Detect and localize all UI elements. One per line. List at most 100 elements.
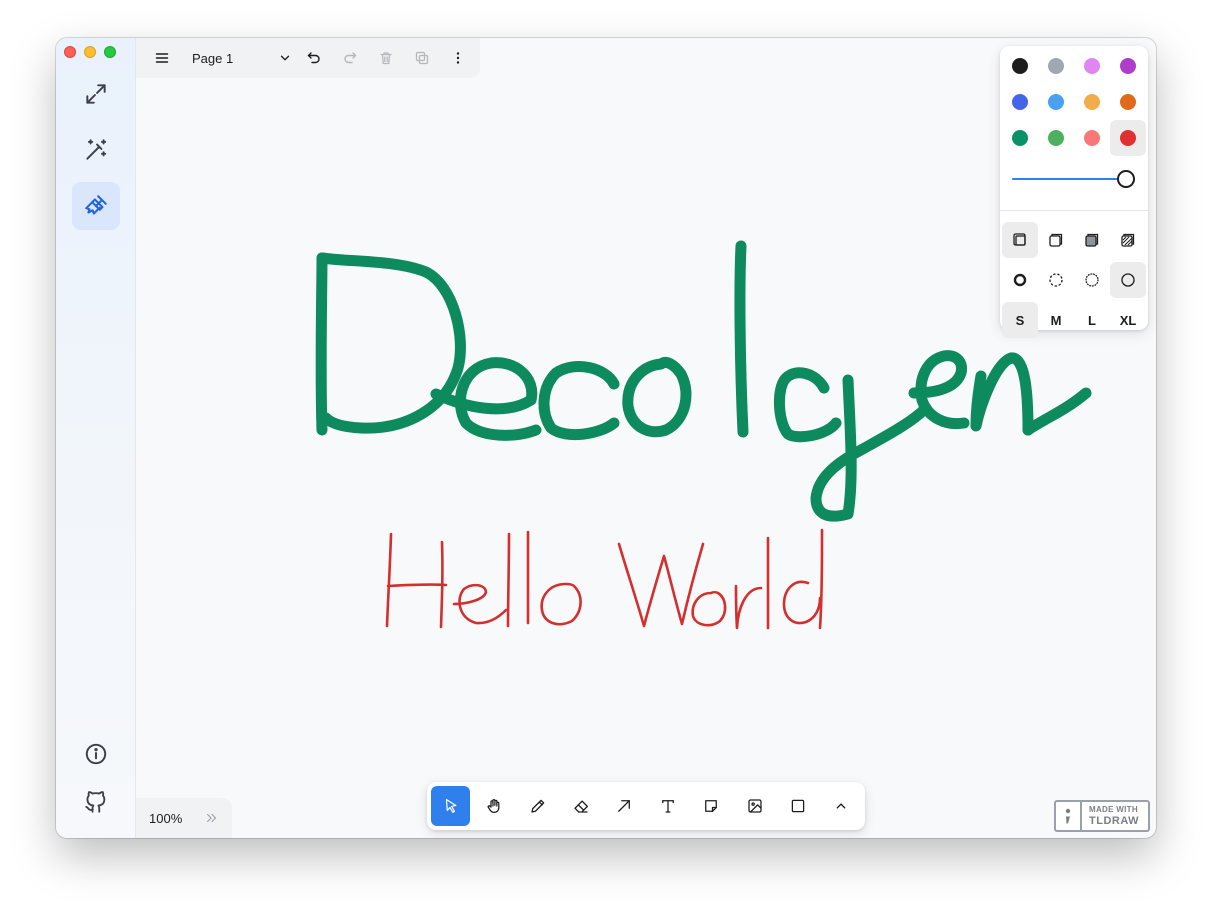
note-icon	[705, 800, 718, 812]
fill-solid-button[interactable]	[1074, 222, 1110, 258]
duplicate-button[interactable]	[404, 40, 440, 76]
duplicate-icon	[415, 51, 429, 65]
color-dot	[1048, 130, 1064, 146]
fill-none-icon	[1013, 233, 1026, 246]
chevron-up-tool-button[interactable]	[822, 786, 861, 826]
size-option-xl[interactable]: XL	[1110, 302, 1146, 338]
minimize-window-button[interactable]	[84, 46, 96, 58]
color-swatch-violet[interactable]	[1110, 48, 1146, 84]
color-swatch-blue[interactable]	[1002, 84, 1038, 120]
made-with-tldraw-badge[interactable]: MADE WITH TLDRAW	[1054, 800, 1150, 832]
size-option-l[interactable]: L	[1074, 302, 1110, 338]
close-window-button[interactable]	[64, 46, 76, 58]
draw-icon	[530, 799, 544, 813]
dash-solid-button[interactable]	[1110, 262, 1146, 298]
color-dot	[1084, 94, 1100, 110]
size-option-s[interactable]: S	[1002, 302, 1038, 338]
select-icon	[445, 799, 457, 813]
fill-pattern-icon	[1121, 233, 1135, 247]
color-swatch-light-green[interactable]	[1038, 120, 1074, 156]
github-button[interactable]	[72, 778, 120, 826]
color-dot	[1120, 58, 1136, 74]
undo-button[interactable]	[296, 40, 332, 76]
tldraw-logo-icon	[1065, 808, 1071, 824]
fill-semi-button[interactable]	[1038, 222, 1074, 258]
dash-draw-icon	[1013, 273, 1027, 287]
expand-button[interactable]	[72, 70, 120, 118]
fill-none-button[interactable]	[1002, 222, 1038, 258]
opacity-slider-thumb[interactable]	[1117, 170, 1135, 188]
page-selector[interactable]: Page 1	[180, 42, 296, 74]
more-vertical-icon	[456, 52, 460, 64]
image-tool-button[interactable]	[735, 786, 774, 826]
watermark-text: MADE WITH TLDRAW	[1082, 802, 1139, 830]
size-row: S M L XL	[1002, 302, 1146, 338]
zoom-level[interactable]: 100%	[149, 811, 205, 826]
drawing-hello-world[interactable]	[385, 528, 824, 630]
color-dot	[1012, 94, 1028, 110]
color-swatch-yellow[interactable]	[1074, 84, 1110, 120]
redo-button[interactable]	[332, 40, 368, 76]
dash-dashed-button[interactable]	[1038, 262, 1074, 298]
paintbrush-button[interactable]	[72, 182, 120, 230]
eraser-tool-button[interactable]	[561, 786, 600, 826]
note-tool-button[interactable]	[691, 786, 730, 826]
color-dot	[1012, 58, 1028, 74]
zoom-controls: 100%	[136, 798, 232, 838]
opacity-slider[interactable]	[1012, 168, 1138, 190]
trash-icon	[380, 52, 392, 65]
paintbrush-icon	[85, 195, 107, 215]
app-window: Page 1 S M L XL 100% MADE WITH TLDRAW	[56, 38, 1156, 838]
rectangle-icon	[791, 799, 805, 813]
sidebar	[56, 38, 136, 838]
text-tool-button[interactable]	[648, 786, 687, 826]
select-tool-button[interactable]	[431, 786, 471, 826]
color-dot	[1048, 58, 1064, 74]
page-name: Page 1	[192, 50, 234, 66]
color-swatch-red[interactable]	[1110, 120, 1146, 156]
arrow-tool-button[interactable]	[605, 786, 644, 826]
color-dot	[1012, 130, 1028, 146]
draw-tool-button[interactable]	[518, 786, 557, 826]
size-label: M	[1050, 312, 1062, 328]
hand-icon	[487, 798, 500, 814]
size-option-m[interactable]: M	[1038, 302, 1074, 338]
more-options-button[interactable]	[440, 40, 476, 76]
redo-icon	[344, 52, 357, 64]
dash-dotted-button[interactable]	[1074, 262, 1110, 298]
rectangle-tool-button[interactable]	[778, 786, 817, 826]
undo-icon	[307, 52, 320, 64]
color-picker	[1002, 48, 1146, 156]
zoom-window-button[interactable]	[104, 46, 116, 58]
dash-draw-button[interactable]	[1002, 262, 1038, 298]
style-panel: S M L XL	[1000, 46, 1148, 338]
color-swatch-green[interactable]	[1002, 120, 1038, 156]
fill-solid-icon	[1085, 233, 1099, 247]
size-label: S	[1015, 312, 1025, 328]
eraser-icon	[574, 800, 588, 813]
color-dot	[1120, 130, 1136, 146]
color-dot	[1084, 58, 1100, 74]
fill-pattern-button[interactable]	[1110, 222, 1146, 258]
magic-wand-button[interactable]	[72, 126, 120, 174]
color-swatch-light-red[interactable]	[1074, 120, 1110, 156]
color-dot	[1084, 130, 1100, 146]
color-swatch-light-blue[interactable]	[1038, 84, 1074, 120]
color-swatch-grey[interactable]	[1038, 48, 1074, 84]
color-swatch-black[interactable]	[1002, 48, 1038, 84]
color-swatch-light-violet[interactable]	[1074, 48, 1110, 84]
info-button[interactable]	[72, 730, 120, 778]
delete-button[interactable]	[368, 40, 404, 76]
main-menu-button[interactable]	[144, 40, 180, 76]
chevrons-right-icon[interactable]	[205, 811, 219, 825]
chevron-down-icon	[280, 55, 290, 61]
hamburger-menu-icon	[155, 53, 169, 63]
color-swatch-orange[interactable]	[1110, 84, 1146, 120]
watermark-line1: MADE WITH	[1089, 804, 1138, 814]
hand-tool-button[interactable]	[474, 786, 513, 826]
github-icon	[85, 791, 106, 813]
top-menu: Page 1	[136, 38, 480, 78]
dash-dotted-icon	[1085, 273, 1099, 287]
drawing-decolgen[interactable]	[315, 240, 1092, 522]
dash-dashed-icon	[1049, 273, 1063, 287]
